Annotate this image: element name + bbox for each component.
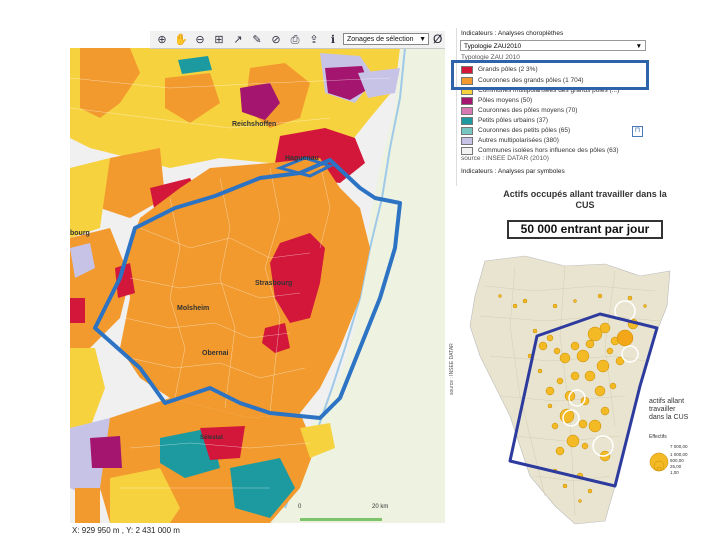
selection-zone-value: Zonages de sélection	[347, 36, 414, 43]
choropleth-map[interactable]: Reichshoffen Haguenau bourg Strasbourg M…	[70, 48, 445, 523]
legend-swatch	[461, 126, 473, 135]
place-label-selestat: Sélestat	[200, 435, 224, 441]
inset-legend-value: 1,00	[670, 470, 679, 475]
chevron-down-icon: ▼	[635, 43, 642, 50]
pan-hand-icon[interactable]: ✋	[174, 33, 188, 47]
measure-area-icon[interactable]: ⊘	[269, 33, 283, 47]
commuter-inset-map: Actifs occupés allant travailler dans la…	[455, 186, 689, 526]
inset-legend-value: 25,00	[670, 464, 682, 469]
legend-item: Autres multipolarisées (380)	[461, 136, 559, 145]
place-label-strasbourg-partial: bourg	[70, 230, 90, 237]
ruler-icon[interactable]: ✎	[250, 33, 264, 47]
symbols-heading: Indicateurs : Analyses par symboles	[461, 168, 565, 175]
legend-label: Communes isolées hors influence des pôle…	[478, 147, 619, 154]
legend-panel: Indicateurs : Analyses choroplèthes Typo…	[456, 28, 647, 188]
identify-icon[interactable]: ↗	[231, 33, 245, 47]
scale-label-end: 20 km	[372, 504, 389, 510]
legend-label: Couronnes des petits pôles (65)	[478, 127, 571, 134]
legend-swatch	[461, 146, 473, 155]
legend-swatch	[461, 136, 473, 145]
inset-legend-value: 1 000,00	[670, 452, 688, 457]
legend-item: Couronnes des pôles moyens (70)	[461, 106, 577, 115]
legend-swatch	[461, 116, 473, 125]
legend-item: Communes isolées hors influence des pôle…	[461, 146, 619, 155]
legend-source: source : INSEE DATAR (2010)	[461, 155, 549, 162]
legend-item: Couronnes des petits pôles (65)	[461, 126, 570, 135]
print-icon[interactable]: ⎙	[288, 33, 302, 47]
inset-legend-unit: Effectifs	[649, 434, 667, 440]
legend-label: Pôles moyens (50)	[478, 97, 533, 104]
cursor-coordinates: X: 929 950 m , Y: 2 431 000 m	[72, 526, 180, 535]
scale-bar	[300, 518, 382, 521]
legend-item: Pôles moyens (50)	[461, 96, 532, 105]
legend-swatch	[461, 96, 473, 105]
export-icon[interactable]: ⇪	[307, 33, 321, 47]
legend-label: Couronnes des pôles moyens (70)	[478, 107, 578, 114]
inset-title-line2: CUS	[575, 200, 595, 210]
place-label-haguenau: Haguenau	[285, 155, 319, 162]
typology-dropdown[interactable]: Typologie ZAU2010 ▼	[460, 40, 646, 51]
zoom-out-icon[interactable]: ⊖	[193, 33, 207, 47]
legend-scroll-icon[interactable]: ⊓	[632, 126, 643, 137]
zoom-box-icon[interactable]: ⊞	[212, 33, 226, 47]
info-icon[interactable]: ℹ	[326, 33, 340, 47]
clear-selection-icon[interactable]: Ø	[433, 32, 442, 46]
inset-legend: actifs allant travailler dans la CUS Eff…	[647, 396, 689, 491]
scale-label-start: 0	[298, 504, 302, 510]
zoom-in-icon[interactable]: ⊕	[155, 33, 169, 47]
legend-item: Petits pôles urbains (37)	[461, 116, 548, 125]
place-label-reichshoffen: Reichshoffen	[232, 121, 277, 128]
typology-value: Typologie ZAU2010	[464, 43, 522, 50]
indicator-heading: Indicateurs : Analyses choroplèthes	[461, 30, 564, 37]
inset-title: Actifs occupés allant travailler dans la…	[485, 189, 685, 211]
legend-swatch	[461, 106, 473, 115]
place-label-strasbourg: Strasbourg	[255, 280, 293, 287]
place-label-molsheim: Molsheim	[177, 305, 210, 312]
legend-label: Autres multipolarisées (380)	[478, 137, 559, 144]
inset-legend-value: 500,00	[670, 458, 684, 463]
inset-legend-title: actifs allant travailler dans la CUS	[649, 398, 689, 421]
legend-highlight-box	[451, 60, 649, 90]
inset-legend-value: 7 000,00	[670, 444, 688, 449]
legend-label: Petits pôles urbains (37)	[478, 117, 549, 124]
inset-highlight-label: 50 000 entrant par jour	[507, 220, 663, 239]
chevron-down-icon: ▼	[419, 36, 426, 43]
inset-title-line1: Actifs occupés allant travailler dans la	[503, 189, 667, 199]
place-label-obernai: Obernai	[202, 350, 229, 357]
selection-zone-dropdown[interactable]: Zonages de sélection ▼	[343, 33, 429, 45]
